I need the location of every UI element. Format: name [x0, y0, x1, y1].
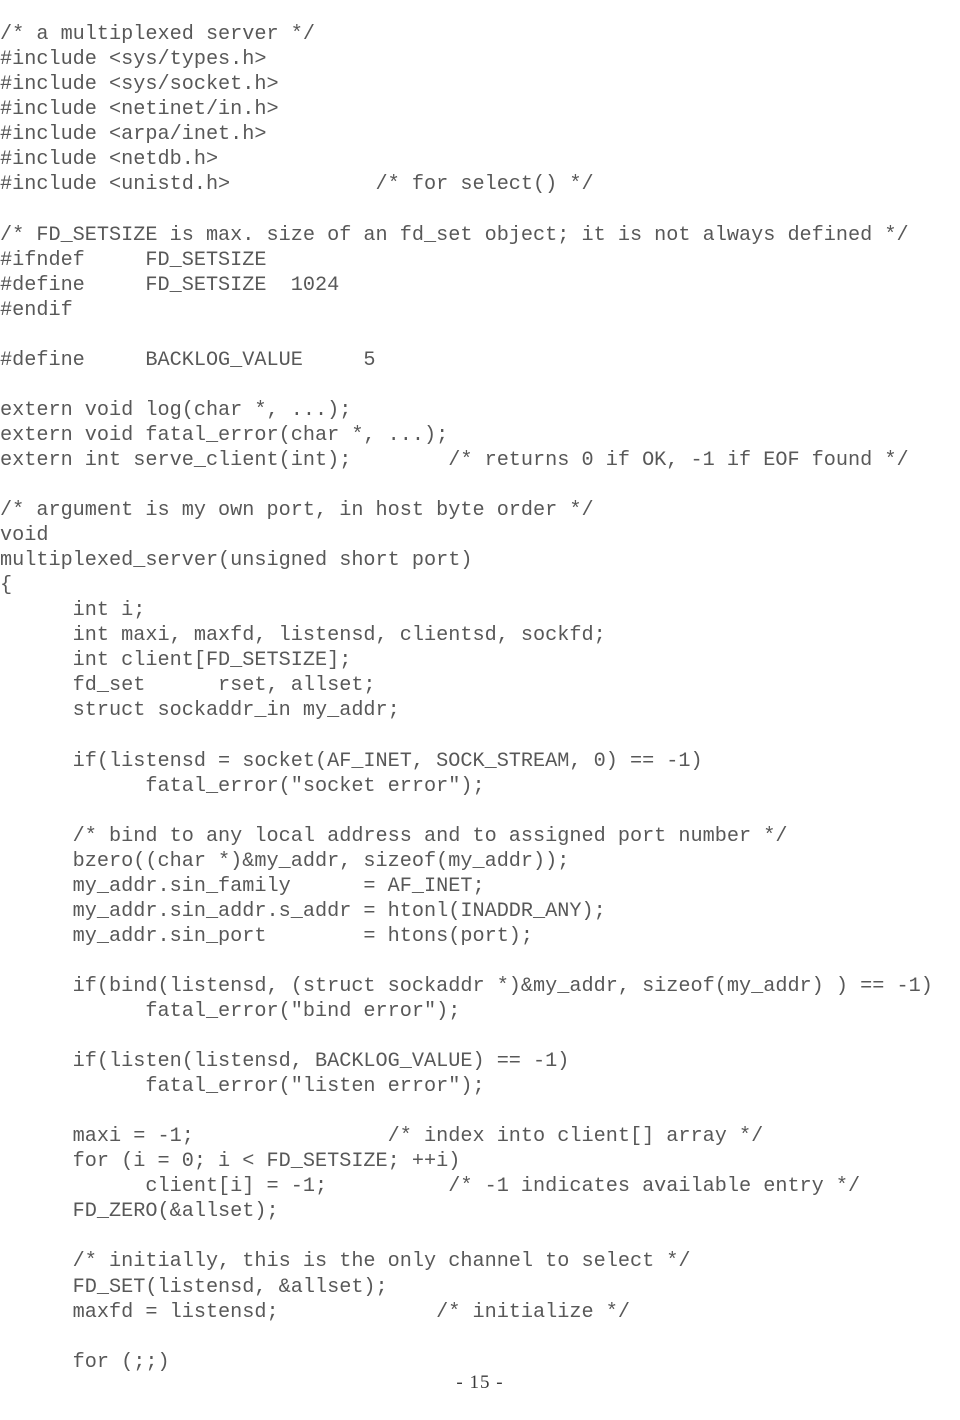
code-line: void: [0, 524, 49, 548]
code-line: int i;: [0, 599, 146, 623]
code-line: /* a multiplexed server */: [0, 23, 315, 47]
code-line: maxi = -1; /* index into client[] array …: [0, 1125, 764, 1149]
code-line: /* bind to any local address and to assi…: [0, 824, 788, 848]
code-line: for (;;): [0, 1350, 170, 1374]
code-line: my_addr.sin_port = htons(port);: [0, 924, 534, 948]
code-line: FD_SET(listensd, &allset);: [0, 1275, 388, 1299]
code-line: if(bind(listensd, (struct sockaddr *)&my…: [0, 974, 933, 998]
code-line: if(listen(listensd, BACKLOG_VALUE) == -1…: [0, 1050, 570, 1074]
code-line: int maxi, maxfd, listensd, clientsd, soc…: [0, 624, 606, 648]
code-line: fatal_error("listen error");: [0, 1075, 485, 1099]
code-line: /* FD_SETSIZE is max. size of an fd_set …: [0, 223, 909, 247]
code-line: /* argument is my own port, in host byte…: [0, 499, 594, 523]
code-line: #include <sys/socket.h>: [0, 73, 279, 97]
code-line: #include <unistd.h> /* for select() */: [0, 173, 594, 197]
page-number-footer: - 15 -: [456, 1372, 504, 1393]
code-line: multiplexed_server(unsigned short port): [0, 549, 473, 573]
code-line: my_addr.sin_family = AF_INET;: [0, 874, 485, 898]
code-line: /* initially, this is the only channel t…: [0, 1250, 691, 1274]
code-line: #include <sys/types.h>: [0, 48, 267, 72]
code-line: fatal_error("socket error");: [0, 774, 485, 798]
code-line: if(listensd = socket(AF_INET, SOCK_STREA…: [0, 749, 703, 773]
code-line: {: [0, 574, 13, 598]
code-line: #include <netinet/in.h>: [0, 98, 279, 122]
code-line: #define BACKLOG_VALUE 5: [0, 348, 376, 372]
code-line: int client[FD_SETSIZE];: [0, 649, 352, 673]
code-line: extern void fatal_error(char *, ...);: [0, 423, 449, 447]
code-line: fd_set rset, allset;: [0, 674, 376, 698]
code-line: bzero((char *)&my_addr, sizeof(my_addr))…: [0, 849, 570, 873]
code-line: #include <arpa/inet.h>: [0, 123, 267, 147]
code-line: #ifndef FD_SETSIZE: [0, 248, 267, 272]
code-line: #include <netdb.h>: [0, 148, 219, 172]
code-line: extern void log(char *, ...);: [0, 398, 352, 422]
c-source-code-listing: /* a multiplexed server */#include <sys/…: [0, 22, 960, 1375]
code-line: struct sockaddr_in my_addr;: [0, 699, 400, 723]
document-page: /* a multiplexed server */#include <sys/…: [0, 0, 960, 1420]
code-line: my_addr.sin_addr.s_addr = htonl(INADDR_A…: [0, 899, 606, 923]
code-line: FD_ZERO(&allset);: [0, 1200, 279, 1224]
code-line: fatal_error("bind error");: [0, 1000, 461, 1024]
code-line: maxfd = listensd; /* initialize */: [0, 1300, 630, 1324]
code-line: client[i] = -1; /* -1 indicates availabl…: [0, 1175, 861, 1199]
code-line: #define FD_SETSIZE 1024: [0, 273, 340, 297]
code-line: extern int serve_client(int); /* returns…: [0, 448, 909, 472]
code-line: for (i = 0; i < FD_SETSIZE; ++i): [0, 1150, 461, 1174]
code-line: #endif: [0, 298, 73, 322]
